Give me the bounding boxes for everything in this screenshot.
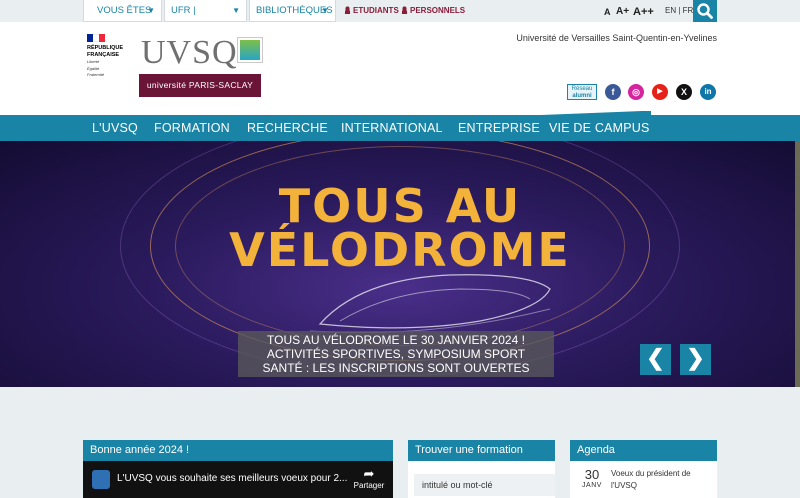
alumni-line2: alumni	[572, 93, 592, 99]
agenda-month: JANV	[582, 482, 602, 489]
person-icon	[401, 6, 408, 14]
etudiants-label: ETUDIANTS	[353, 6, 399, 15]
lang-en[interactable]: EN	[665, 6, 676, 15]
devise-fraternite: Fraternité	[87, 72, 105, 77]
bibliotheques-dropdown[interactable]: BIBLIOTHÈQUES ▼	[249, 0, 336, 22]
lang-separator: |	[678, 6, 681, 15]
flag-icon	[87, 34, 105, 42]
hero-caption[interactable]: TOUS AU VÉLODROME LE 30 JANVIER 2024 ! A…	[238, 331, 554, 377]
nav-item-uvsq[interactable]: L'UVSQ	[92, 115, 138, 141]
formation-card-title: Trouver une formation	[408, 440, 555, 461]
chevron-down-icon: ▼	[232, 6, 240, 15]
uvsq-channel-logo	[92, 470, 110, 489]
hero-caption-line2: ACTIVITÉS SPORTIVES, SYMPOSIUM SPORT	[266, 347, 526, 361]
velodrome-outline-icon	[309, 274, 551, 334]
agenda-card: Agenda 30 JANV Voeux du président de l'U…	[570, 440, 717, 498]
utility-bar: VOUS ÊTES ▼ UFR | INSTITUTS ▼ BIBLIOTHÈQ…	[0, 0, 800, 37]
vous-etes-label: VOUS ÊTES	[97, 5, 152, 16]
personnels-link[interactable]: PERSONNELS	[401, 0, 465, 22]
video-player[interactable]: L'UVSQ vous souhaite ses meilleurs voeux…	[83, 461, 393, 498]
facebook-icon[interactable]: f	[605, 84, 621, 100]
uvsq-logo-square	[237, 37, 263, 63]
agenda-card-title: Agenda	[570, 440, 717, 461]
hero-title-line2: VÉLODROME	[229, 223, 571, 277]
chevron-down-icon: ▼	[147, 6, 155, 15]
video-title[interactable]: L'UVSQ vous souhaite ses meilleurs voeux…	[117, 473, 347, 484]
nav-item-international[interactable]: INTERNATIONAL	[341, 115, 443, 141]
vous-etes-dropdown[interactable]: VOUS ÊTES ▼	[83, 0, 162, 22]
personnels-label: PERSONNELS	[410, 6, 466, 15]
alumni-line1: Réseau	[571, 86, 593, 92]
university-tagline: Université de Versailles Saint-Quentin-e…	[516, 33, 717, 43]
ufr-instituts-dropdown[interactable]: UFR | INSTITUTS ▼	[164, 0, 247, 37]
chevron-left-icon: ❮	[646, 345, 665, 370]
share-label: Partager	[353, 481, 385, 490]
nav-item-formation[interactable]: FORMATION	[154, 115, 230, 141]
etudiants-link[interactable]: ETUDIANTS	[344, 0, 399, 22]
share-icon: ➦	[363, 466, 375, 481]
news-card-title: Bonne année 2024 !	[83, 440, 393, 461]
paris-saclay-logo[interactable]: université PARIS-SACLAY	[139, 74, 261, 97]
hero-caption-line1: TOUS AU VÉLODROME LE 30 JANVIER 2024 !	[267, 333, 525, 347]
nav-item-vie-de-campus[interactable]: VIE DE CAMPUS	[549, 115, 650, 141]
carousel-prev-button[interactable]: ❮	[640, 344, 671, 375]
formation-search-input[interactable]: intitulé ou mot-clé	[414, 474, 555, 496]
font-size-normal[interactable]: A	[604, 0, 611, 24]
search-button[interactable]	[693, 0, 717, 22]
agenda-day: 30	[584, 467, 600, 482]
nav-item-entreprise[interactable]: ENTREPRISE	[458, 115, 540, 141]
nav-item-recherche[interactable]: RECHERCHE	[247, 115, 328, 141]
share-button[interactable]: ➦ Partager	[349, 466, 389, 491]
hero-caption-line3: SANTÉ : LES INSCRIPTIONS SONT OUVERTES	[262, 361, 530, 375]
news-card: Bonne année 2024 ! L'UVSQ vous souhaite …	[83, 440, 393, 498]
republique-francaise-logo[interactable]: RÉPUBLIQUE FRANÇAISE Liberté Égalité Fra…	[87, 34, 133, 78]
x-icon[interactable]: X	[676, 84, 692, 100]
site-header: RÉPUBLIQUE FRANÇAISE Liberté Égalité Fra…	[0, 22, 800, 115]
republique-line2: FRANÇAISE	[87, 51, 120, 58]
instagram-icon[interactable]: ◎	[628, 84, 644, 100]
carousel-next-button[interactable]: ❯	[680, 344, 711, 375]
chevron-right-icon: ❯	[686, 345, 705, 370]
devise-liberte: Liberté	[87, 59, 100, 64]
language-switch: EN | FR	[665, 0, 693, 22]
font-size-xlarge[interactable]: A++	[633, 0, 654, 24]
linkedin-icon[interactable]: in	[700, 84, 716, 100]
search-icon	[697, 3, 713, 19]
lang-fr[interactable]: FR	[683, 6, 694, 15]
agenda-date: 30 JANV	[578, 467, 606, 490]
devise-egalite: Égalité	[87, 65, 100, 71]
chevron-down-icon: ▼	[321, 6, 329, 15]
person-icon	[344, 6, 351, 14]
font-size-large[interactable]: A+	[616, 0, 629, 24]
formation-card: Trouver une formation intitulé ou mot-cl…	[408, 440, 555, 498]
agenda-event-link[interactable]: Voeux du président de l'UVSQ	[611, 468, 711, 492]
main-navigation: L'UVSQ FORMATION RECHERCHE INTERNATIONAL…	[0, 111, 800, 141]
youtube-icon[interactable]: ▶	[652, 84, 668, 100]
alumni-network-link[interactable]: Réseau alumni	[567, 84, 597, 100]
uvsq-logo[interactable]: UVSQ	[141, 36, 238, 70]
hero-carousel[interactable]: TOUS AU VÉLODROME TOUS AU VÉLODROME LE 3…	[0, 141, 800, 387]
next-slide-peek	[795, 141, 800, 387]
